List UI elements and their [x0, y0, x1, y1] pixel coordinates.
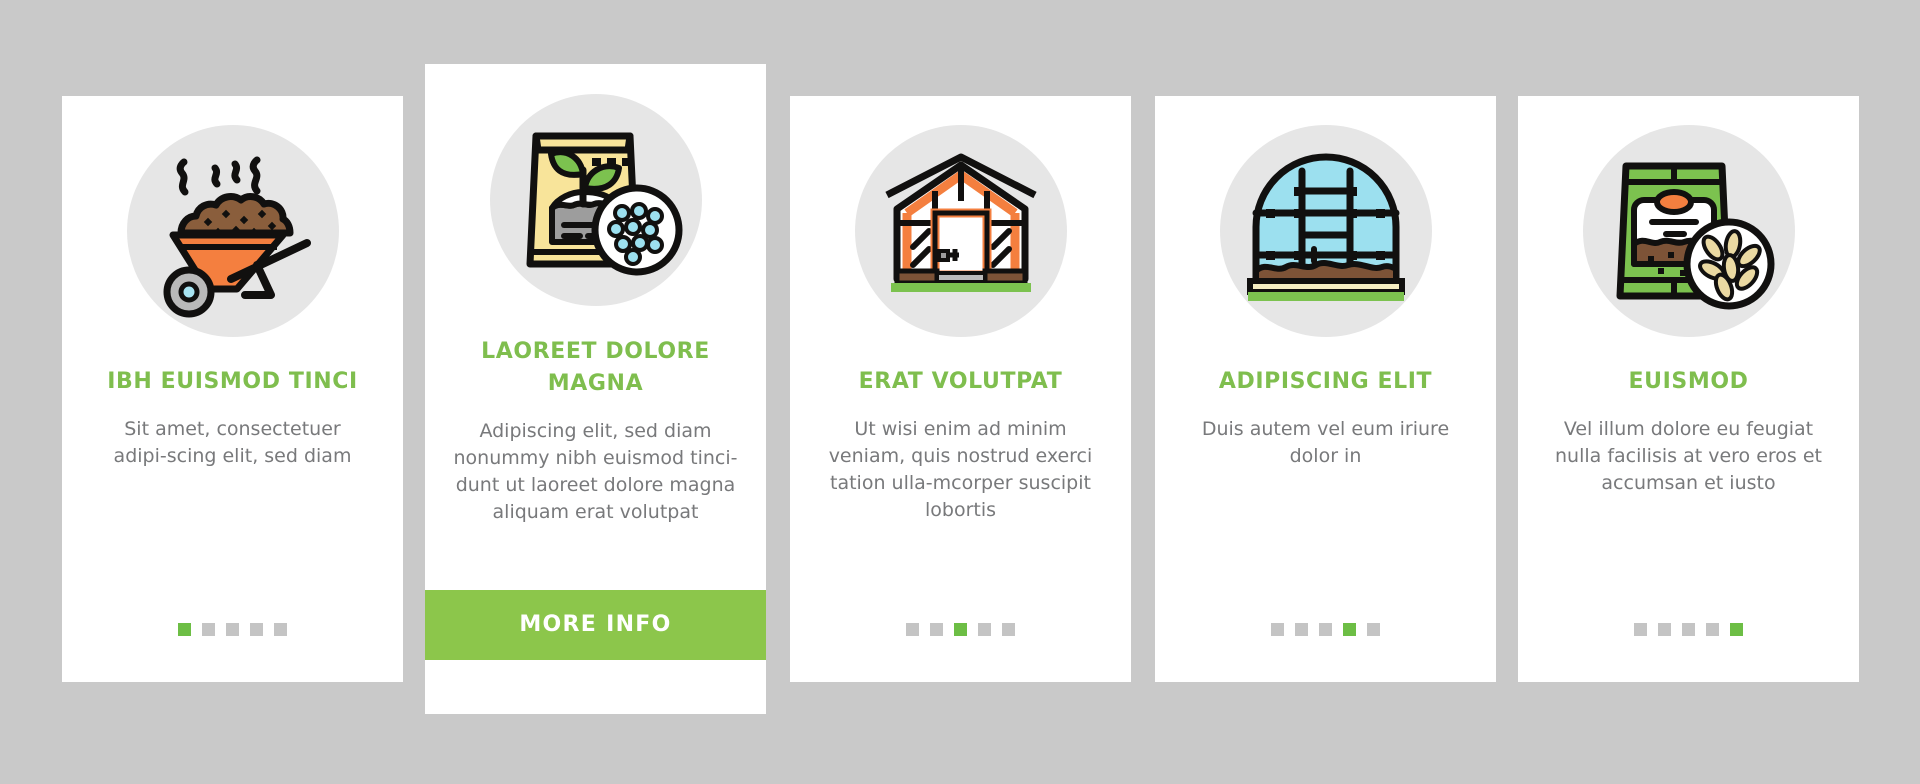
pagination-dot[interactable] [1367, 623, 1380, 636]
pagination-dot[interactable] [202, 623, 215, 636]
pagination-dot[interactable] [1002, 623, 1015, 636]
card-description: Adipiscing elit, sed diam nonummy nibh e… [453, 419, 738, 523]
pagination-dot[interactable] [226, 623, 239, 636]
grass-strip [1247, 292, 1404, 301]
card-title: ERAT VOLUTPAT [858, 369, 1063, 394]
card-title: LAOREET DOLORE MAGNA [481, 339, 710, 396]
pagination-dot[interactable] [1343, 623, 1356, 636]
pagination-dot[interactable] [930, 623, 943, 636]
icon-disc-5 [1582, 125, 1795, 337]
foundation-strip [1246, 278, 1405, 295]
pagination-dot[interactable] [1634, 623, 1647, 636]
onboarding-card-4[interactable]: ADIPISCING ELIT Duis autem vel eum iriur… [1155, 96, 1496, 682]
card-title: ADIPISCING ELIT [1218, 369, 1433, 394]
icon-disc-4 [1219, 125, 1432, 337]
soil-bed-right [982, 268, 1027, 286]
pagination-dots-5[interactable] [1634, 623, 1743, 636]
gable-greenhouse-icon [884, 153, 1037, 292]
seed-bag-granules-icon [526, 132, 682, 276]
card-title: IBH EUISMOD TINCI [107, 369, 358, 394]
pagination-dot[interactable] [906, 623, 919, 636]
pagination-dot[interactable] [274, 623, 287, 636]
pagination-dot[interactable] [978, 623, 991, 636]
pagination-dot[interactable] [250, 623, 263, 636]
icon-area-2 [425, 64, 766, 336]
pagination-dot[interactable] [954, 623, 967, 636]
icon-disc-2 [489, 94, 702, 306]
pagination-dot[interactable] [1682, 623, 1695, 636]
card-title: EUISMOD [1628, 369, 1749, 394]
onboarding-card-1[interactable]: IBH EUISMOD TINCI Sit amet, consectetuer… [62, 96, 403, 682]
icon-area-4 [1155, 96, 1496, 366]
greenhouse-door[interactable] [930, 208, 991, 280]
card-description: Duis autem vel eum iriure dolor in [1201, 417, 1450, 467]
pagination-dot[interactable] [1658, 623, 1671, 636]
label-badge [1653, 189, 1694, 215]
more-info-button[interactable]: MORE INFO [425, 590, 766, 660]
pagination-dot[interactable] [178, 623, 191, 636]
arch-greenhouse-icon [1246, 153, 1405, 301]
onboarding-card-5[interactable]: EUISMOD Vel illum dolore eu feugiat null… [1518, 96, 1859, 682]
icon-area-3 [790, 96, 1131, 366]
pagination-dot[interactable] [1295, 623, 1308, 636]
pagination-dot[interactable] [1319, 623, 1332, 636]
pagination-dots-4[interactable] [1271, 623, 1380, 636]
onboarding-screens-board: IBH EUISMOD TINCI Sit amet, consectetuer… [0, 0, 1920, 784]
card-description: Ut wisi enim ad minim veniam, quis nostr… [828, 417, 1093, 521]
pagination-dot[interactable] [1706, 623, 1719, 636]
grass-strip [890, 283, 1031, 292]
card-description: Sit amet, consectetuer adipi-scing elit,… [113, 417, 352, 467]
icon-area-5 [1518, 96, 1859, 366]
soil-bed-left [894, 268, 939, 286]
icon-area-1 [62, 96, 403, 366]
pagination-dots-3[interactable] [906, 623, 1015, 636]
pagination-dot[interactable] [1271, 623, 1284, 636]
icon-disc-1 [126, 125, 339, 337]
wheelbarrow-compost-icon [163, 156, 311, 318]
onboarding-card-3[interactable]: ERAT VOLUTPAT Ut wisi enim ad minim veni… [790, 96, 1131, 682]
card-description: Vel illum dolore eu feugiat nulla facili… [1555, 417, 1822, 494]
pagination-dot[interactable] [1730, 623, 1743, 636]
icon-disc-3 [854, 125, 1067, 337]
pagination-dots-1[interactable] [178, 623, 287, 636]
fertilizer-bag-seeds-icon [1616, 162, 1774, 310]
onboarding-card-2[interactable]: LAOREET DOLORE MAGNA Adipiscing elit, se… [425, 64, 766, 714]
